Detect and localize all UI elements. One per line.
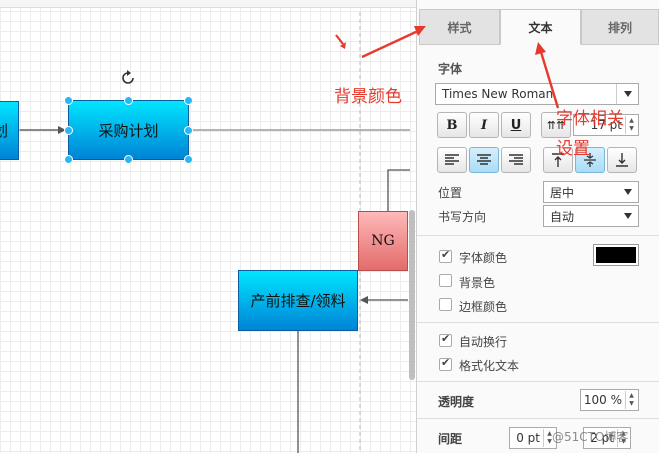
pre-production-check-node[interactable]: 产前排查/领料 bbox=[238, 270, 358, 331]
tab-text-label: 文本 bbox=[528, 20, 553, 35]
writing-direction-value: 自动 bbox=[550, 209, 575, 224]
align-right-button[interactable] bbox=[501, 147, 531, 173]
underline-label: U bbox=[510, 117, 522, 133]
tab-arrange-label: 排列 bbox=[607, 20, 632, 35]
font-color-checkbox[interactable] bbox=[439, 248, 452, 263]
formatted-text-label: 格式化文本 bbox=[459, 359, 520, 373]
purchase-plan-node[interactable]: 采购计划 bbox=[68, 100, 189, 160]
opacity-value: 100 % bbox=[583, 393, 622, 407]
chevron-down-icon bbox=[624, 189, 632, 195]
resize-handle-sw[interactable] bbox=[64, 155, 73, 164]
chevron-down-icon bbox=[616, 84, 638, 104]
position-label: 位置 bbox=[438, 186, 463, 200]
annotation-font-settings-2: 设置 bbox=[556, 139, 590, 159]
bold-label: B bbox=[446, 117, 458, 133]
formatted-text-checkbox[interactable] bbox=[439, 356, 452, 371]
font-color-fill bbox=[596, 247, 636, 263]
border-color-label: 边框颜色 bbox=[459, 300, 508, 314]
chevron-down-icon bbox=[624, 213, 632, 219]
divider bbox=[417, 381, 659, 382]
diagram-canvas[interactable]: 划 采购计划 NG 产前排查/领料 bbox=[0, 0, 416, 453]
pre-production-check-label: 产前排查/领料 bbox=[250, 292, 346, 310]
resize-handle-w[interactable] bbox=[64, 126, 73, 135]
align-center-icon bbox=[477, 154, 491, 165]
word-wrap-checkbox[interactable] bbox=[439, 332, 452, 347]
spacing-input-1[interactable]: 0 pt ▲ ▼ bbox=[509, 427, 557, 449]
italic-label: I bbox=[480, 117, 488, 133]
font-section-title: 字体 bbox=[438, 62, 463, 76]
purchase-plan-label: 采购计划 bbox=[98, 121, 159, 140]
partial-node[interactable]: 划 bbox=[0, 101, 19, 160]
connector-ng-top[interactable] bbox=[387, 169, 410, 212]
tab-style-label: 样式 bbox=[447, 20, 472, 35]
partial-node-label: 划 bbox=[0, 122, 8, 140]
font-family-select[interactable]: Times New Roman bbox=[435, 83, 639, 105]
divider bbox=[417, 322, 659, 323]
resize-handle-e[interactable] bbox=[184, 126, 193, 135]
annotation-bg-color: 背景颜色 bbox=[334, 87, 402, 107]
spacing-value-1: 0 pt bbox=[516, 431, 540, 445]
resize-handle-n[interactable] bbox=[124, 96, 133, 105]
bg-color-label: 背景色 bbox=[459, 276, 496, 290]
font-size-spinner-icon[interactable]: ▲ ▼ bbox=[625, 116, 637, 134]
divider bbox=[417, 235, 659, 236]
panel-tabs: 样式 文本 排列 bbox=[417, 9, 659, 45]
tab-style[interactable]: 样式 bbox=[419, 9, 500, 45]
writing-direction-select[interactable]: 自动 bbox=[543, 205, 639, 227]
word-wrap-label: 自动换行 bbox=[459, 335, 508, 349]
position-select[interactable]: 居中 bbox=[543, 181, 639, 203]
bold-button[interactable]: B bbox=[437, 112, 467, 138]
border-color-checkbox[interactable] bbox=[439, 298, 452, 311]
ng-node-label: NG bbox=[371, 233, 395, 249]
ng-node[interactable]: NG bbox=[358, 211, 408, 271]
annotation-font-settings-1: 字体相关 bbox=[556, 109, 624, 129]
connectors-layer bbox=[0, 12, 410, 453]
divider bbox=[417, 418, 659, 419]
resize-handle-ne[interactable] bbox=[184, 96, 193, 105]
font-color-label: 字体颜色 bbox=[459, 251, 508, 265]
writing-direction-label: 书写方向 bbox=[438, 210, 487, 224]
bg-color-checkbox[interactable] bbox=[439, 274, 452, 287]
resize-handle-s[interactable] bbox=[124, 155, 133, 164]
opacity-label: 透明度 bbox=[438, 395, 475, 409]
align-left-button[interactable] bbox=[437, 147, 467, 173]
format-panel: 样式 文本 排列 字体 Times New Roman B I U ⇈⇈ 17 … bbox=[416, 0, 659, 453]
resize-handle-se[interactable] bbox=[184, 155, 193, 164]
tab-text[interactable]: 文本 bbox=[500, 9, 581, 45]
font-color-swatch[interactable] bbox=[593, 244, 639, 266]
rotate-handle-icon[interactable] bbox=[119, 69, 137, 87]
font-family-value: Times New Roman bbox=[442, 87, 554, 101]
arrowhead-check bbox=[360, 296, 368, 304]
italic-button[interactable]: I bbox=[469, 112, 499, 138]
align-center-button[interactable] bbox=[469, 147, 499, 173]
align-left-icon bbox=[445, 154, 459, 165]
underline-button[interactable]: U bbox=[501, 112, 531, 138]
opacity-spinner-icon[interactable]: ▲ ▼ bbox=[625, 391, 637, 409]
resize-handle-nw[interactable] bbox=[64, 96, 73, 105]
tab-arrange[interactable]: 排列 bbox=[581, 9, 659, 45]
spacing-label: 间距 bbox=[438, 432, 463, 446]
valign-bottom-button[interactable] bbox=[607, 147, 637, 173]
valign-bottom-icon bbox=[616, 153, 628, 167]
vertical-scrollbar[interactable] bbox=[409, 210, 415, 380]
align-right-icon bbox=[509, 154, 523, 165]
position-value: 居中 bbox=[550, 185, 575, 200]
opacity-input[interactable]: 100 % ▲ ▼ bbox=[580, 389, 639, 411]
watermark: @51CTO博客 bbox=[552, 430, 629, 444]
